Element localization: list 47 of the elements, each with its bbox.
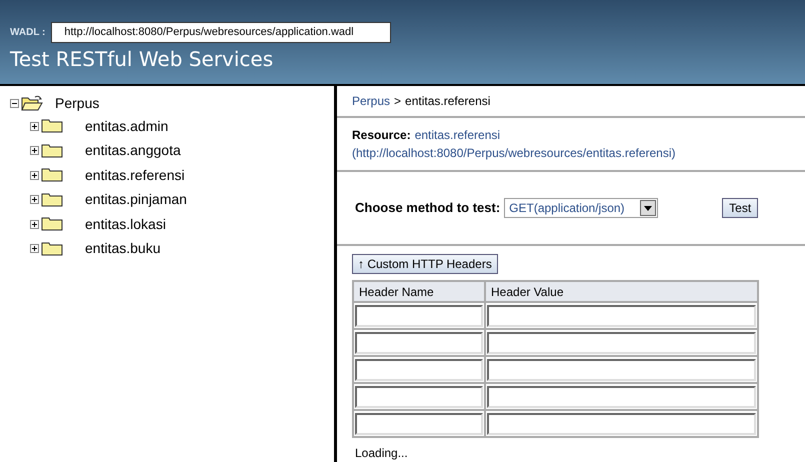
column-header: Header Name (353, 281, 485, 302)
tree-item[interactable]: entitas.lokasi (85, 214, 166, 235)
breadcrumb-link[interactable]: Perpus (352, 92, 390, 110)
header-name-field[interactable] (355, 386, 483, 408)
folder-icon (41, 168, 63, 182)
resource-url: (http://localhost:8080/Perpus/webresources/entitas.referensi) (352, 145, 677, 162)
header-value-field[interactable] (487, 332, 756, 354)
expand-icon[interactable] (30, 195, 39, 204)
folder-icon (41, 217, 63, 232)
folder-icon (41, 144, 63, 158)
breadcrumb-current: entitas.referensi (405, 93, 490, 110)
header-value-field[interactable] (487, 358, 756, 380)
column-header: Header Value (485, 281, 758, 302)
expand-icon[interactable] (30, 244, 39, 254)
wadl-url-field[interactable]: http://localhost:8080/Perpus/webresources/application.wadl (51, 22, 392, 42)
page-title: Test RESTful Web Services (10, 46, 274, 72)
status-text: Loading... (355, 445, 408, 462)
tree-item[interactable]: entitas.referensi (85, 164, 185, 186)
tree-item[interactable]: entitas.admin (85, 116, 168, 137)
tree-item[interactable]: entitas.pinjaman (85, 189, 187, 210)
tree-item[interactable]: entitas.buku (85, 238, 160, 260)
resource-label: Resource: (352, 127, 411, 144)
header-name-field[interactable] (355, 304, 483, 326)
folder-icon (41, 119, 63, 134)
custom-headers-toggle[interactable]: ↑ Custom HTTP Headers (352, 254, 498, 274)
header-value-field[interactable] (487, 304, 756, 326)
breadcrumb-separator: > (394, 93, 402, 110)
tree-item[interactable]: entitas.anggota (85, 140, 181, 162)
resource-name: entitas.referensi (414, 127, 500, 144)
header-name-field[interactable] (355, 332, 483, 354)
expand-icon[interactable] (30, 170, 39, 180)
header-value-field[interactable] (487, 412, 756, 434)
method-label: Choose method to test: (355, 199, 500, 218)
wadl-label: WADL : (10, 26, 46, 40)
expand-icon[interactable] (30, 220, 39, 229)
expand-icon[interactable] (30, 122, 39, 131)
header-name-field[interactable] (355, 358, 483, 380)
collapse-icon[interactable] (10, 98, 19, 108)
folder-icon (41, 192, 63, 207)
method-select[interactable]: GET(application/json) (504, 198, 658, 218)
folder-icon (41, 242, 63, 256)
expand-icon[interactable] (30, 146, 39, 156)
open-folder-icon (21, 95, 43, 111)
tree-item[interactable]: Perpus (55, 92, 100, 114)
header-name-field[interactable] (355, 412, 483, 434)
test-button[interactable]: Test (722, 198, 758, 218)
header-value-field[interactable] (487, 386, 756, 408)
